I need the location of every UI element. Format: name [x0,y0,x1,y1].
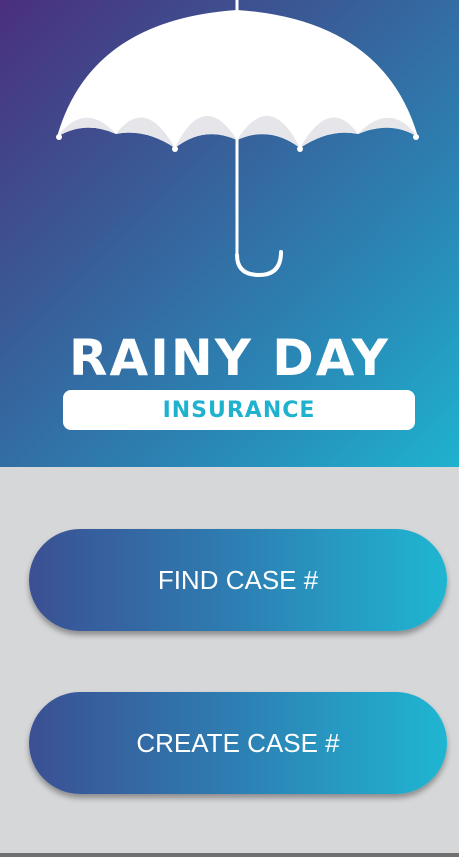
umbrella-icon [56,0,419,278]
hero-banner: RAINY DAY INSURANCE [0,0,459,467]
create-case-button[interactable]: CREATE CASE # [29,692,447,794]
find-case-button[interactable]: FIND CASE # [29,529,447,631]
actions-panel [0,467,459,853]
bottom-divider [0,853,459,857]
logo-title: RAINY DAY [69,329,390,387]
logo-subtitle: INSURANCE [63,390,415,430]
